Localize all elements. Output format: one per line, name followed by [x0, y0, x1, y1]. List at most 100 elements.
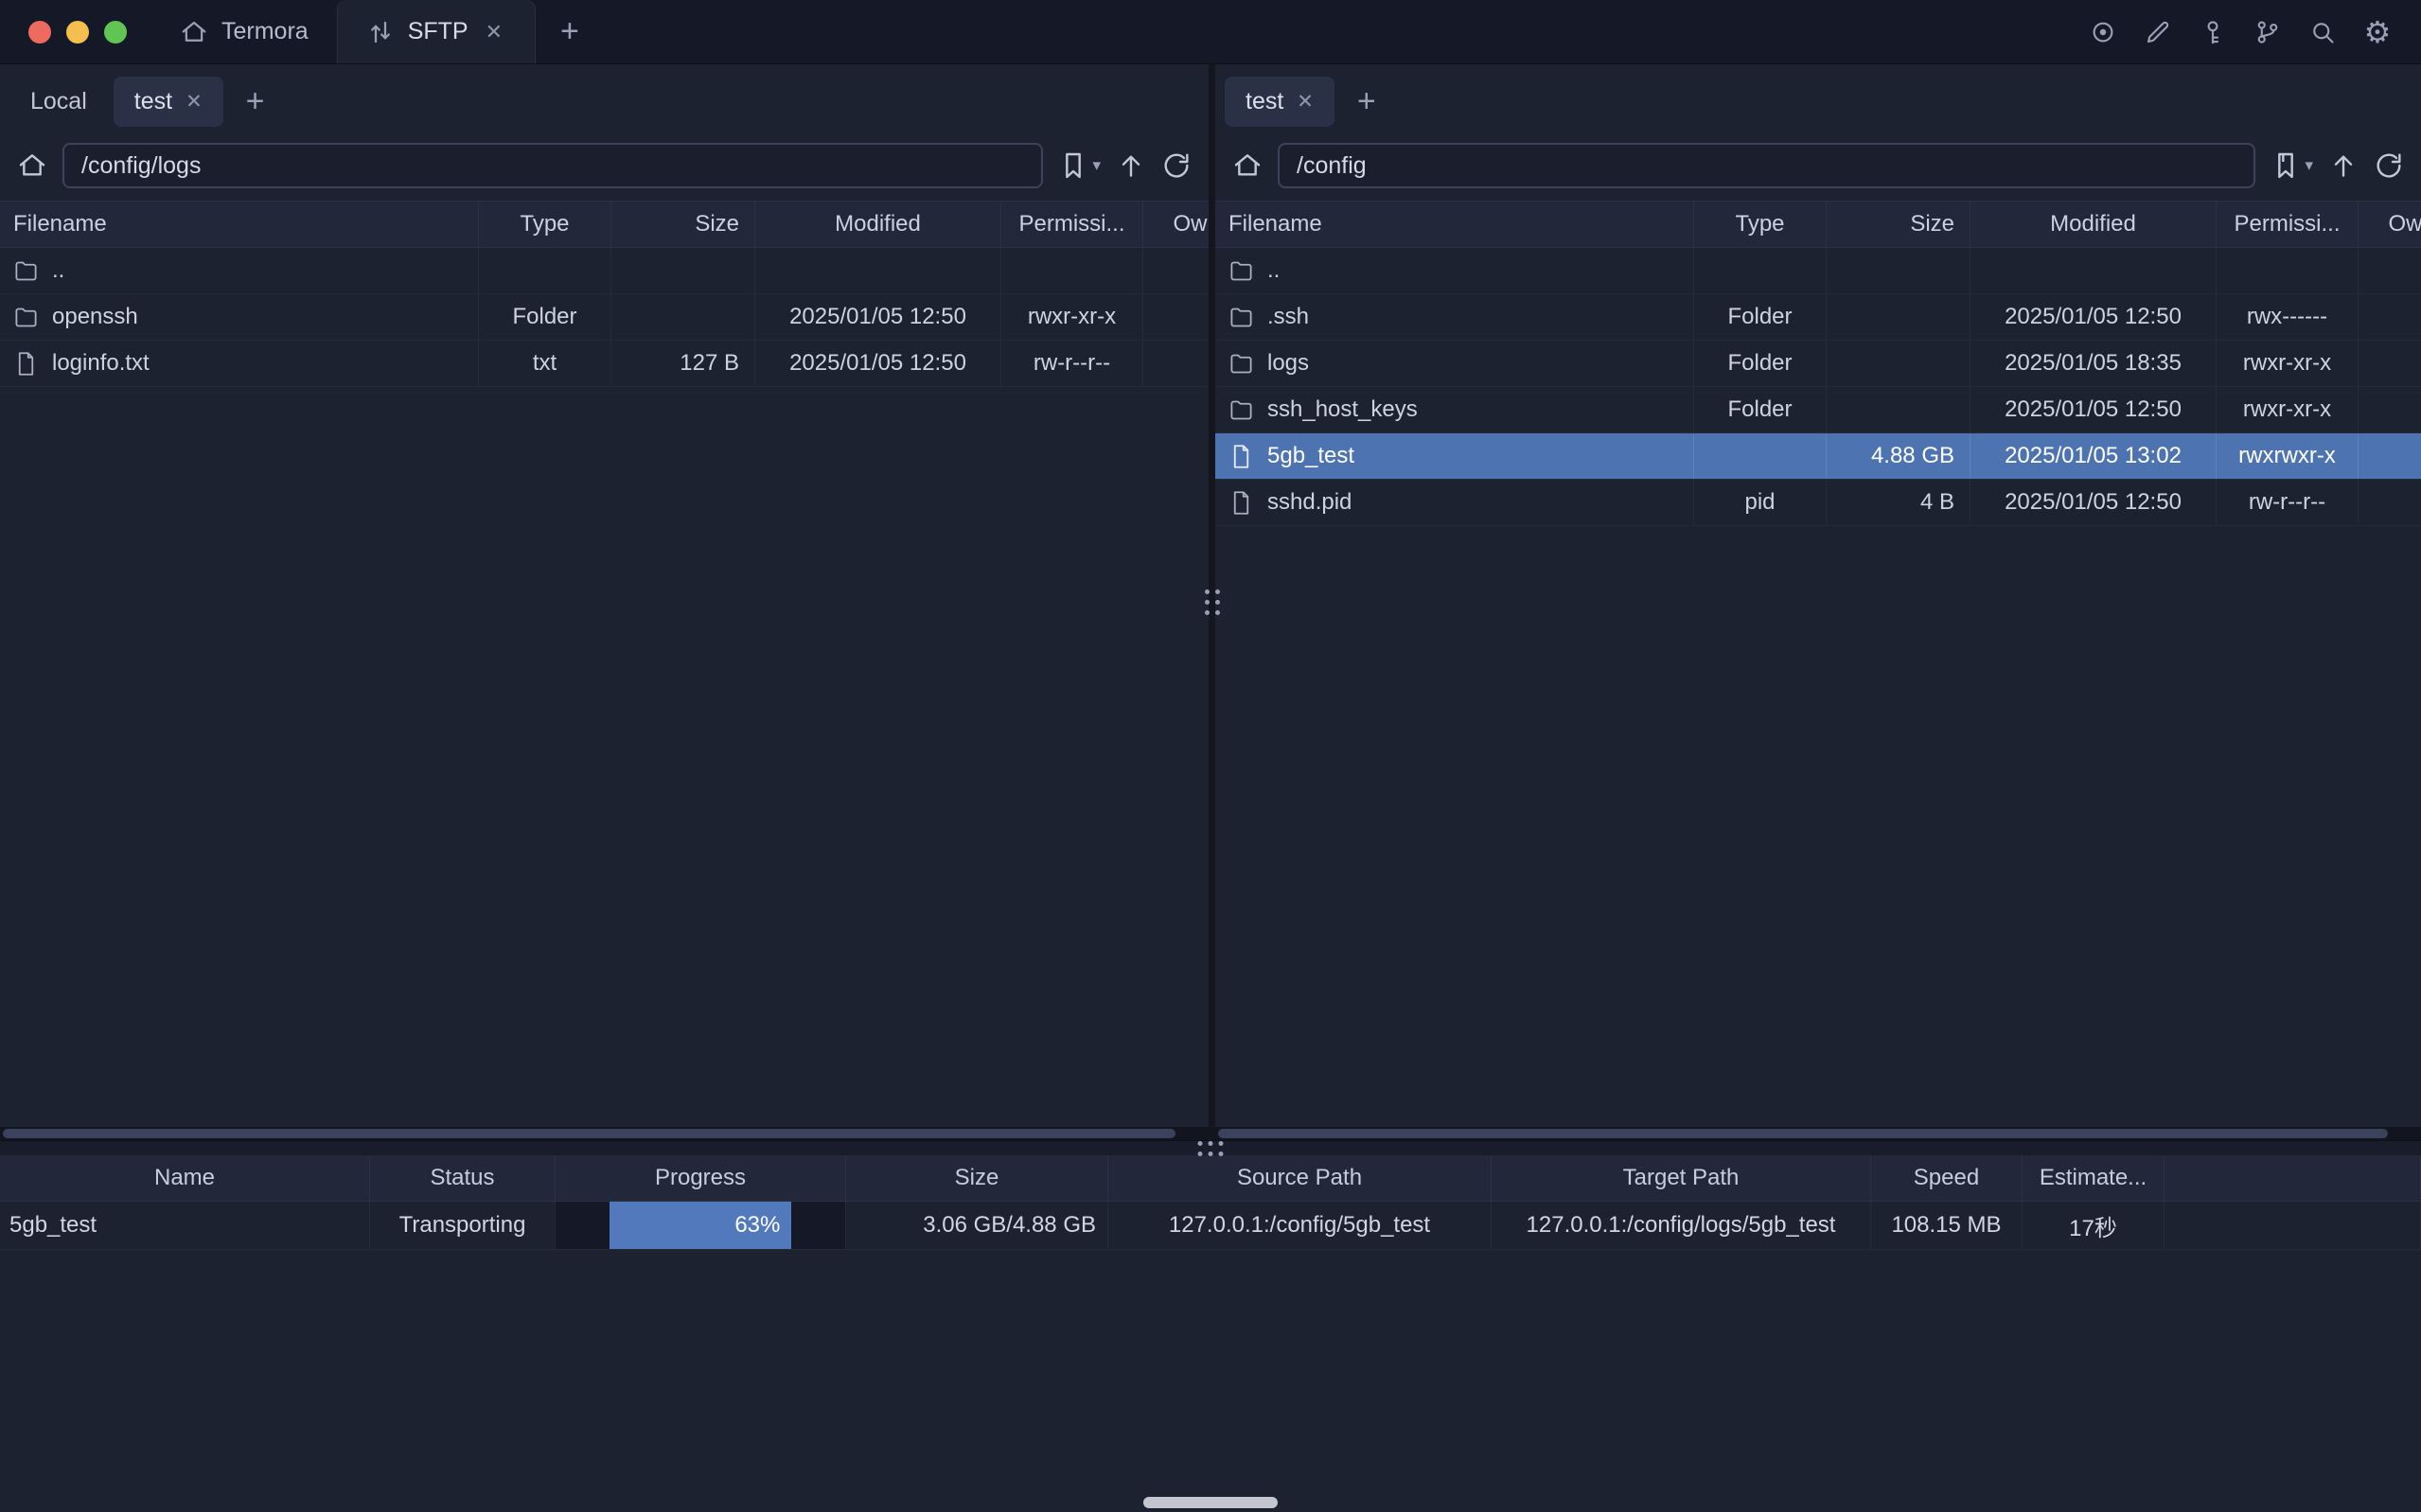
transfer-column-header-target[interactable]: Target Path [1492, 1155, 1871, 1201]
refresh-icon[interactable] [1161, 150, 1192, 181]
right-pathbar: ▾ [1215, 138, 2421, 201]
pane-tab-local[interactable]: Local [9, 77, 108, 127]
column-header-name[interactable]: Filename [1215, 202, 1694, 247]
column-header-owner[interactable]: Ow [2359, 202, 2421, 247]
file-row[interactable]: opensshFolder2025/01/05 12:50rwxr-xr-x [0, 294, 1209, 341]
refresh-icon[interactable] [2374, 150, 2404, 181]
close-tab-icon[interactable]: ✕ [482, 20, 506, 44]
file-name-cell: 5gb_test [1215, 433, 1694, 479]
home-icon[interactable] [1232, 150, 1263, 181]
transfer-column-header-name[interactable]: Name [0, 1155, 370, 1201]
file-name-cell: openssh [0, 294, 479, 340]
file-type-cell: txt [479, 341, 611, 386]
pane-tab-label: test [1246, 88, 1283, 115]
column-header-perm[interactable]: Permissi... [2217, 202, 2359, 247]
file-row[interactable]: .sshFolder2025/01/05 12:50rwx------ [1215, 294, 2421, 341]
column-header-mod[interactable]: Modified [755, 202, 1001, 247]
file-owner-cell [2359, 480, 2421, 525]
bottom-scrollbar-thumb[interactable] [1143, 1497, 1278, 1508]
scrollbar-thumb[interactable] [3, 1129, 1175, 1138]
transfer-column-header-speed[interactable]: Speed [1871, 1155, 2023, 1201]
app-window: Termora SFTP ✕ + [0, 0, 2421, 1512]
footer-empty-area [0, 1250, 2421, 1512]
file-name-label: .. [1267, 257, 1280, 284]
left-pane: Localtest✕+ ▾ Filenam [0, 64, 1209, 1140]
zoom-window-button[interactable] [104, 21, 127, 44]
transfer-column-header-estimate[interactable]: Estimate... [2023, 1155, 2165, 1201]
close-tab-icon[interactable]: ✕ [1297, 92, 1314, 112]
file-row[interactable]: loginfo.txttxt127 B2025/01/05 12:50rw-r-… [0, 341, 1209, 387]
column-header-type[interactable]: Type [1694, 202, 1827, 247]
file-row[interactable]: logsFolder2025/01/05 18:35rwxr-xr-x [1215, 341, 2421, 387]
transfer-target-path-cell: 127.0.0.1:/config/logs/5gb_test [1492, 1202, 1871, 1249]
bookmark-icon[interactable] [1058, 150, 1088, 181]
pane-tab-label: test [134, 88, 172, 115]
new-pane-tab-button[interactable]: + [1340, 83, 1393, 120]
tab-termora[interactable]: Termora [151, 0, 337, 63]
file-permissions-cell: rw-r--r-- [1001, 341, 1143, 386]
path-input[interactable] [1278, 143, 2255, 188]
file-name-label: openssh [52, 304, 138, 330]
file-name-label: ssh_host_keys [1267, 396, 1418, 423]
transfer-column-header-progress[interactable]: Progress [556, 1155, 846, 1201]
pane-tab-test[interactable]: test ✕ [1225, 77, 1334, 127]
column-header-size[interactable]: Size [611, 202, 755, 247]
file-type-cell: Folder [1694, 341, 1827, 386]
transfer-name-cell: 5gb_test [0, 1202, 370, 1249]
key-icon[interactable] [2198, 17, 2228, 47]
close-window-button[interactable] [28, 21, 51, 44]
right-horizontal-scrollbar[interactable] [1215, 1127, 2421, 1140]
minimize-window-button[interactable] [66, 21, 89, 44]
path-input[interactable] [62, 143, 1043, 188]
file-size-cell [611, 294, 755, 340]
file-permissions-cell: rwxr-xr-x [1001, 294, 1143, 340]
chevron-down-icon[interactable]: ▾ [1092, 156, 1101, 175]
column-header-perm[interactable]: Permissi... [1001, 202, 1143, 247]
transfer-extra-cell [2165, 1202, 2421, 1249]
titlebar-actions: ⚙ [2088, 0, 2421, 63]
file-permissions-cell [2217, 248, 2359, 293]
record-icon[interactable] [2088, 17, 2118, 47]
progress-bar-fill: 63% [610, 1202, 792, 1249]
close-tab-icon[interactable]: ✕ [186, 92, 203, 112]
file-row[interactable]: sshd.pidpid4 B2025/01/05 12:50rw-r--r-- [1215, 480, 2421, 526]
column-header-type[interactable]: Type [479, 202, 611, 247]
search-icon[interactable] [2307, 17, 2338, 47]
new-window-tab-button[interactable]: + [536, 0, 604, 63]
transfer-row[interactable]: 5gb_testTransporting63%3.06 GB/4.88 GB12… [0, 1202, 2421, 1250]
file-row[interactable]: .. [1215, 248, 2421, 294]
file-name-label: 5gb_test [1267, 443, 1354, 469]
column-header-name[interactable]: Filename [0, 202, 479, 247]
transfer-column-header-source[interactable]: Source Path [1108, 1155, 1492, 1201]
chevron-down-icon[interactable]: ▾ [2305, 156, 2313, 175]
file-owner-cell [2359, 341, 2421, 386]
bookmark-icon[interactable] [2271, 150, 2301, 181]
edit-icon[interactable] [2143, 17, 2173, 47]
tab-sftp[interactable]: SFTP ✕ [337, 0, 536, 63]
home-icon[interactable] [17, 150, 47, 181]
column-header-size[interactable]: Size [1827, 202, 1970, 247]
file-size-cell [611, 248, 755, 293]
pane-tab-test[interactable]: test ✕ [114, 77, 223, 127]
horizontal-splitter[interactable] [0, 1140, 2421, 1155]
branch-icon[interactable] [2253, 17, 2283, 47]
scrollbar-thumb[interactable] [1218, 1129, 2388, 1138]
column-header-mod[interactable]: Modified [1970, 202, 2217, 247]
settings-icon[interactable]: ⚙ [2362, 17, 2393, 47]
file-row[interactable]: .. [0, 248, 1209, 294]
transfer-column-header-size[interactable]: Size [846, 1155, 1108, 1201]
vertical-splitter[interactable] [1209, 64, 1215, 1140]
column-header-owner[interactable]: Ow [1143, 202, 1209, 247]
parent-directory-icon[interactable] [1116, 150, 1146, 181]
file-row[interactable]: 5gb_test4.88 GB2025/01/05 13:02rwxrwxr-x [1215, 433, 2421, 480]
tab-termora-label: Termora [221, 18, 309, 45]
new-pane-tab-button[interactable]: + [229, 83, 282, 120]
parent-directory-icon[interactable] [2328, 150, 2359, 181]
transfer-column-header-status[interactable]: Status [370, 1155, 556, 1201]
file-modified-cell [755, 248, 1001, 293]
file-row[interactable]: ssh_host_keysFolder2025/01/05 12:50rwxr-… [1215, 387, 2421, 433]
transfer-status-cell: Transporting [370, 1202, 556, 1249]
file-owner-cell [1143, 341, 1209, 386]
file-name-cell: sshd.pid [1215, 480, 1694, 525]
left-horizontal-scrollbar[interactable] [0, 1127, 1209, 1140]
